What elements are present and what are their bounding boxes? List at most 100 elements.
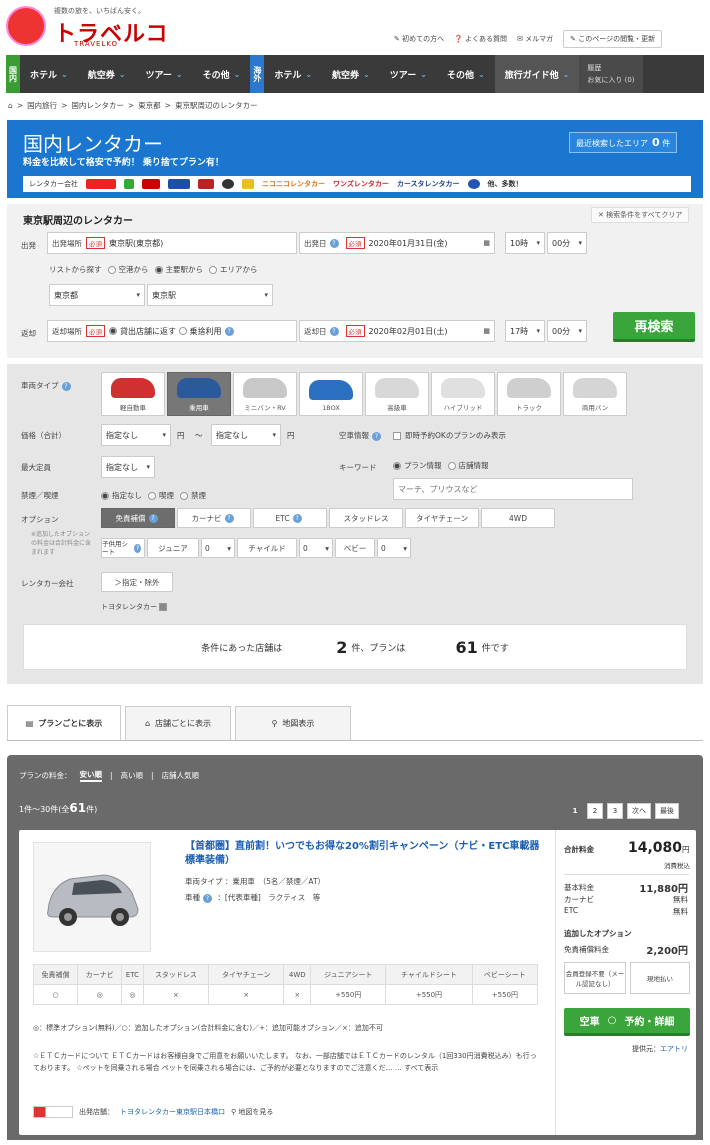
nav-domestic-tour[interactable]: ツアー ⌄ xyxy=(135,55,192,93)
help-icon: ? xyxy=(224,326,234,336)
depart-min-select[interactable]: 00分 ▾ xyxy=(547,232,587,254)
faq-link[interactable]: ❓ よくある質問 xyxy=(454,34,507,44)
sort-cheap[interactable]: 安い順 xyxy=(79,769,102,782)
option-legend: ◎：標準オプション(無料)／○：追加したオプション(合計料金に含む)／+：追加可… xyxy=(33,1024,383,1032)
breadcrumb-item[interactable]: 国内レンタカー xyxy=(71,100,124,111)
clear-all-button[interactable]: ✕ 検索条件をすべてクリア xyxy=(591,207,690,223)
map-link[interactable]: ⚲ 地図を見る xyxy=(231,1106,273,1118)
depart-hour-select[interactable]: 10時 ▾ xyxy=(505,232,545,254)
nav-overseas-other[interactable]: その他 ⌄ xyxy=(437,55,495,93)
next-page-button[interactable]: 次へ xyxy=(627,803,651,819)
junior-seat-select[interactable]: 0 ▾ xyxy=(201,538,235,558)
radio-smoke-any[interactable]: 指定なし xyxy=(101,490,142,501)
child-seat-select[interactable]: 0 ▾ xyxy=(299,538,333,558)
page-link[interactable]: 3 xyxy=(607,803,623,819)
keyword-target: プラン情報 店舗情報 xyxy=(393,460,489,471)
return-min-select[interactable]: 00分 ▾ xyxy=(547,320,587,342)
nav-overseas-hotel[interactable]: ホテル ⌄ xyxy=(264,55,322,93)
home-icon[interactable]: ⌂ xyxy=(8,101,13,110)
radio-one-way[interactable]: 乗捨利用 xyxy=(178,326,222,337)
recent-areas-button[interactable]: 最近検索したエリア 0 件 xyxy=(569,132,678,153)
vehicle-minivan[interactable]: ミニバン・RV xyxy=(233,372,297,416)
capacity-select[interactable]: 指定なし ▾ xyxy=(101,456,155,478)
chevron-down-icon: ⌄ xyxy=(420,69,427,79)
company-logo xyxy=(198,179,214,189)
sort-popular[interactable]: 店舗人気順 xyxy=(162,770,200,781)
return-place-field[interactable]: 返却場所 必須 貸出店舗に返す 乗捨利用? xyxy=(47,320,297,342)
breadcrumb-item[interactable]: 国内旅行 xyxy=(27,100,57,111)
car-photo[interactable] xyxy=(33,842,151,952)
tab-by-store[interactable]: ⌂ 店舗ごとに表示 xyxy=(125,706,231,740)
company-logo xyxy=(242,179,254,189)
radio-area[interactable]: エリアから xyxy=(209,264,258,275)
baby-seat-select[interactable]: 0 ▾ xyxy=(377,538,411,558)
price-min-select[interactable]: 指定なし ▾ xyxy=(101,424,171,446)
chevron-down-icon: ⌄ xyxy=(233,69,241,79)
reserve-button[interactable]: 空車 ○ 予約・詳細 xyxy=(564,1008,690,1036)
option-navi[interactable]: カーナビ? xyxy=(177,508,251,528)
tab-by-plan[interactable]: ▤ プランごとに表示 xyxy=(7,705,121,740)
vehicle-kei[interactable]: 軽自動車 xyxy=(101,372,165,416)
research-button[interactable]: 再検索 xyxy=(613,312,695,342)
nav-overseas-air[interactable]: 航空券 ⌄ xyxy=(322,55,380,93)
nav-overseas-tour[interactable]: ツアー ⌄ xyxy=(380,55,437,93)
radio-plan-info[interactable]: プラン情報 xyxy=(393,460,442,471)
radio-store-info[interactable]: 店舗情報 xyxy=(447,460,489,471)
sort-expensive[interactable]: 高い順 xyxy=(121,770,144,781)
vehicle-1box[interactable]: 1BOX xyxy=(299,372,363,416)
radio-nonsmoking[interactable]: 禁煙 xyxy=(180,490,206,501)
newsletter-link[interactable]: ✉ メルマガ xyxy=(517,34,553,44)
page-link[interactable]: 2 xyxy=(587,803,603,819)
vehicle-truck[interactable]: トラック xyxy=(497,372,561,416)
car-icon xyxy=(507,378,551,398)
child-seat-label: 子供用シート? xyxy=(101,538,145,558)
store-link[interactable]: トヨタレンタカー東京駅日本橋口 xyxy=(120,1106,225,1118)
option-chain[interactable]: タイヤチェーン xyxy=(405,508,479,528)
radio-station[interactable]: 主要駅から xyxy=(154,264,203,275)
sort-bar: プランの料金： 安い順 | 高い順 | 店舗人気順 xyxy=(19,769,200,782)
tab-map[interactable]: ⚲ 地図表示 xyxy=(235,706,351,740)
mascot-logo-icon[interactable] xyxy=(6,6,46,46)
capacity-label: 最大定員 xyxy=(21,463,51,472)
vehicle-van[interactable]: 商用バン xyxy=(563,372,627,416)
breadcrumb-item[interactable]: 東京都 xyxy=(138,100,161,111)
nav-favorites[interactable]: 履歴 お気に入り (0) xyxy=(579,55,643,93)
return-date-field[interactable]: 返却日? 必須 2020年02月01日(土) ▦ xyxy=(299,320,495,342)
option-4wd[interactable]: 4WD xyxy=(481,508,555,528)
option-list: 免責補償? カーナビ? ETC? スタッドレス タイヤチェーン 4WD xyxy=(101,508,555,528)
company-tag[interactable]: トヨタレンタカー xyxy=(101,602,171,612)
option-cdw[interactable]: 免責補償? xyxy=(101,508,175,528)
option-studless[interactable]: スタッドレス xyxy=(329,508,403,528)
vehicle-type-label: 車両タイプ? xyxy=(21,380,74,391)
nav-domestic-hotel[interactable]: ホテル ⌄ xyxy=(20,55,78,93)
plan-title[interactable]: 【首都圏】直前割！いつでもお得な20%割引キャンペーン（ナビ・ETC車載器標準装… xyxy=(185,840,545,868)
favorites-link[interactable]: お気に入り (0) xyxy=(587,74,634,86)
depart-date-field[interactable]: 出発日? 必須 2020年01月31日(金) ▦ xyxy=(299,232,495,254)
junior-seat-label: ジュニア xyxy=(147,538,199,558)
return-hour-select[interactable]: 17時 ▾ xyxy=(505,320,545,342)
radio-smoking[interactable]: 喫煙 xyxy=(148,490,174,501)
depart-place-field[interactable]: 出発場所 必須 東京駅(東京都) xyxy=(47,232,297,254)
vehicle-hybrid[interactable]: ハイブリッド xyxy=(431,372,495,416)
nav-domestic-other[interactable]: その他 ⌄ xyxy=(193,55,251,93)
last-page-button[interactable]: 最後 xyxy=(655,803,679,819)
prefecture-select[interactable]: 東京都 ▾ xyxy=(49,284,145,306)
vacancy-checkbox[interactable]: 即時予約OKのプランのみ表示 xyxy=(393,430,506,441)
company-filter-button[interactable]: ＞指定・除外 xyxy=(101,572,173,592)
nav-domestic-air[interactable]: 航空券 ⌄ xyxy=(78,55,136,93)
beginner-link[interactable]: ✎ 初めての方へ xyxy=(394,34,444,44)
radio-airport[interactable]: 空港から xyxy=(107,264,149,275)
vehicle-sedan[interactable]: 乗用車 xyxy=(167,372,231,416)
option-etc[interactable]: ETC? xyxy=(253,508,327,528)
keyword-input[interactable] xyxy=(393,478,633,500)
radio-return-same[interactable]: 貸出店舗に返す xyxy=(109,326,176,337)
depart-label: 出発 xyxy=(21,241,36,250)
history-link[interactable]: 履歴 xyxy=(587,62,634,74)
nav-guide[interactable]: 旅行ガイド他 ⌄ xyxy=(494,55,580,93)
bookmark-button[interactable]: ✎ このページの閲覧・更新 xyxy=(563,30,663,48)
price-box: 合計料金 14,080円 消費税込 基本料金 11,880円 カーナビ 無料 E… xyxy=(555,830,696,1135)
price-max-select[interactable]: 指定なし ▾ xyxy=(211,424,281,446)
station-select[interactable]: 東京駅 ▾ xyxy=(147,284,273,306)
vehicle-luxury[interactable]: 高級車 xyxy=(365,372,429,416)
calendar-icon: ▦ xyxy=(483,239,490,247)
